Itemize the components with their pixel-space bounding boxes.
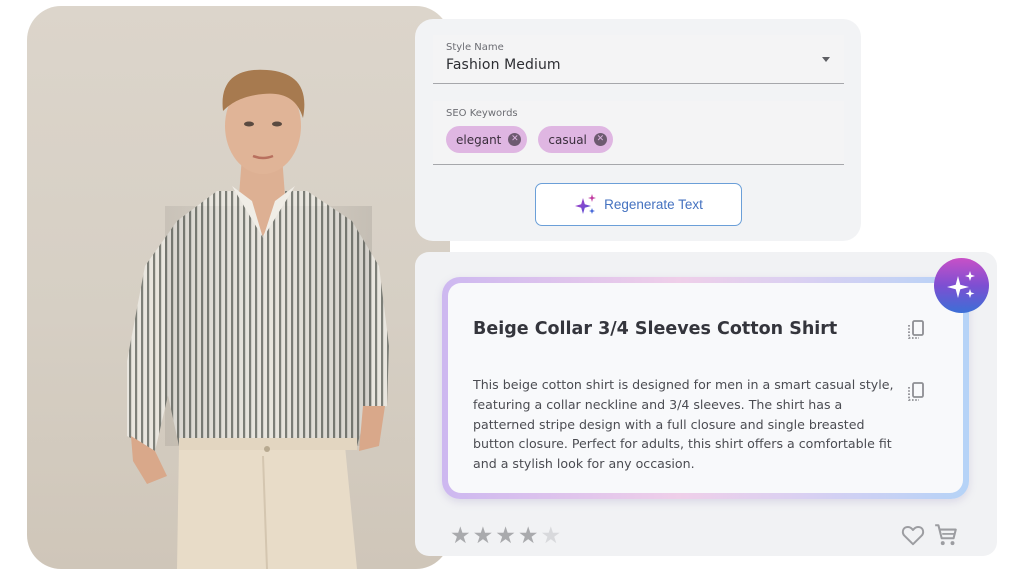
star-filled-icon[interactable]: ★	[518, 524, 539, 548]
star-empty-icon[interactable]: ★	[541, 524, 562, 548]
cart-icon[interactable]	[933, 522, 959, 548]
keyword-chips: elegant ✕ casual ✕	[446, 126, 613, 153]
dropdown-arrow-icon[interactable]	[822, 57, 830, 62]
product-photo	[27, 6, 450, 569]
star-filled-icon[interactable]: ★	[473, 524, 494, 548]
generated-text-frame: Beige Collar 3/4 Sleeves Cotton Shirt Th…	[442, 277, 969, 499]
seo-keywords-field[interactable]: SEO Keywords elegant ✕ casual ✕	[433, 101, 844, 165]
regenerate-label: Regenerate Text	[604, 197, 703, 212]
heart-icon[interactable]	[900, 522, 926, 548]
seo-keywords-label: SEO Keywords	[446, 108, 518, 119]
product-description: This beige cotton shirt is designed for …	[473, 377, 894, 472]
ai-sparkles-icon	[946, 270, 975, 298]
generated-result-card: Beige Collar 3/4 Sleeves Cotton Shirt Th…	[415, 252, 997, 556]
ai-badge	[934, 258, 989, 313]
copy-icon[interactable]	[906, 381, 926, 403]
chip-label: casual	[548, 132, 587, 147]
star-filled-icon[interactable]: ★	[495, 524, 516, 548]
keyword-chip-elegant[interactable]: elegant ✕	[446, 126, 528, 153]
regenerate-text-button[interactable]: Regenerate Text	[535, 183, 742, 226]
generated-text-content: Beige Collar 3/4 Sleeves Cotton Shirt Th…	[448, 283, 963, 493]
sparkles-icon	[575, 193, 597, 214]
keyword-chip-casual[interactable]: casual ✕	[538, 126, 613, 153]
star-filled-icon[interactable]: ★	[450, 524, 471, 548]
style-name-label: Style Name	[446, 42, 504, 53]
style-name-value: Fashion Medium	[446, 57, 561, 73]
copy-icon[interactable]	[906, 319, 926, 341]
cancel-circle-icon[interactable]: ✕	[508, 133, 522, 146]
model-illustration	[127, 69, 389, 569]
generation-settings-card: Style Name Fashion Medium SEO Keywords e…	[415, 19, 861, 241]
product-title: Beige Collar 3/4 Sleeves Cotton Shirt	[473, 319, 838, 339]
style-name-select[interactable]: Style Name Fashion Medium	[433, 35, 844, 84]
product-actions	[900, 522, 959, 548]
cancel-circle-icon[interactable]: ✕	[593, 133, 607, 146]
star-rating[interactable]: ★ ★ ★ ★ ★	[450, 524, 561, 548]
chip-label: elegant	[456, 132, 502, 147]
